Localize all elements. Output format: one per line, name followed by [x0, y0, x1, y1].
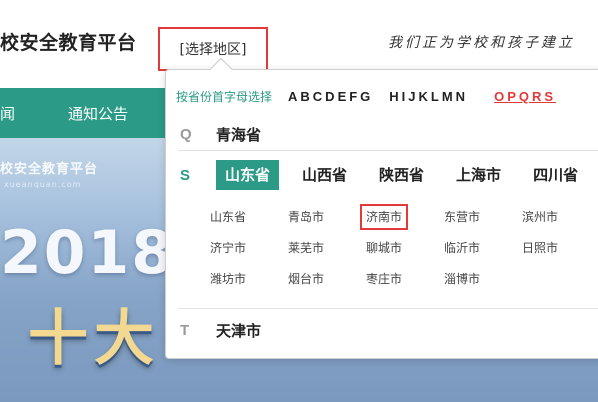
city-item[interactable]: 枣庄市 — [366, 270, 444, 289]
city-item[interactable]: 日照市 — [522, 239, 598, 258]
section-letter: T — [180, 321, 190, 339]
letter-filter-bar: 按省份首字母选择 ABCDEFG HIJKLMN OPQRS — [176, 86, 556, 106]
letter-filter-hint: 按省份首字母选择 — [176, 89, 273, 104]
city-item[interactable]: 济宁市 — [210, 239, 288, 258]
city-item[interactable]: 东营市 — [444, 208, 522, 227]
city-item[interactable]: 临沂市 — [444, 239, 522, 258]
province-tab-shaanxi[interactable]: 陕西省 — [370, 160, 433, 190]
section-divider — [178, 150, 598, 151]
province-tab-shanxi[interactable]: 山西省 — [293, 160, 356, 190]
banner-brand: 校安全教育平台 — [0, 162, 99, 177]
province-tab-shandong[interactable]: 山东省 — [216, 160, 280, 190]
city-item[interactable]: 莱芜市 — [288, 239, 366, 258]
banner-year: 2018 — [0, 218, 175, 288]
city-item[interactable]: 淄博市 — [444, 270, 522, 289]
city-item-selected[interactable]: 济南市 — [359, 204, 444, 230]
section-letter: Q — [180, 125, 192, 143]
nav-item-news[interactable]: 闻 — [0, 103, 15, 124]
region-dropdown-panel: 按省份首字母选择 ABCDEFG HIJKLMN OPQRS Q 青海省 S 山… — [165, 69, 598, 359]
city-item[interactable]: 滨州市 — [522, 208, 598, 227]
province-tab-sichuan[interactable]: 四川省 — [524, 160, 587, 190]
city-item[interactable]: 潍坊市 — [210, 270, 288, 289]
city-item[interactable]: 烟台市 — [288, 270, 366, 289]
province-tab-shanghai[interactable]: 上海市 — [447, 160, 510, 190]
header-slogan: 我们正为学校和孩子建立 — [388, 35, 575, 51]
city-list: 山东省 青岛市 济南市 东营市 滨州市 济宁市 莱芜市 聊城市 临沂市 日照市 … — [210, 204, 598, 289]
province-tianjin[interactable]: 天津市 — [216, 320, 261, 341]
section-s: S 山东省 山西省 陕西省 上海市 四川省 — [180, 160, 598, 190]
nav-item-notices[interactable]: 通知公告 — [68, 103, 128, 124]
letter-group-h-n[interactable]: HIJKLMN — [389, 89, 468, 104]
site-title: 校安全教育平台 — [0, 32, 137, 54]
section-letter: S — [180, 166, 191, 184]
letter-group-a-g[interactable]: ABCDEFG — [288, 89, 373, 104]
section-divider — [178, 308, 598, 309]
city-item[interactable]: 聊城市 — [366, 239, 444, 258]
city-item[interactable]: 山东省 — [210, 208, 288, 227]
letter-group-o-s[interactable]: OPQRS — [494, 89, 556, 104]
section-q: Q 青海省 — [180, 122, 261, 146]
banner-url: xueanquan.com — [4, 180, 82, 189]
section-t: T 天津市 — [180, 318, 261, 342]
city-item[interactable]: 青岛市 — [288, 208, 366, 227]
banner-headline: 十大 — [28, 304, 160, 374]
province-qinghai[interactable]: 青海省 — [216, 124, 261, 145]
region-select-label: [选择地区] — [179, 42, 247, 58]
